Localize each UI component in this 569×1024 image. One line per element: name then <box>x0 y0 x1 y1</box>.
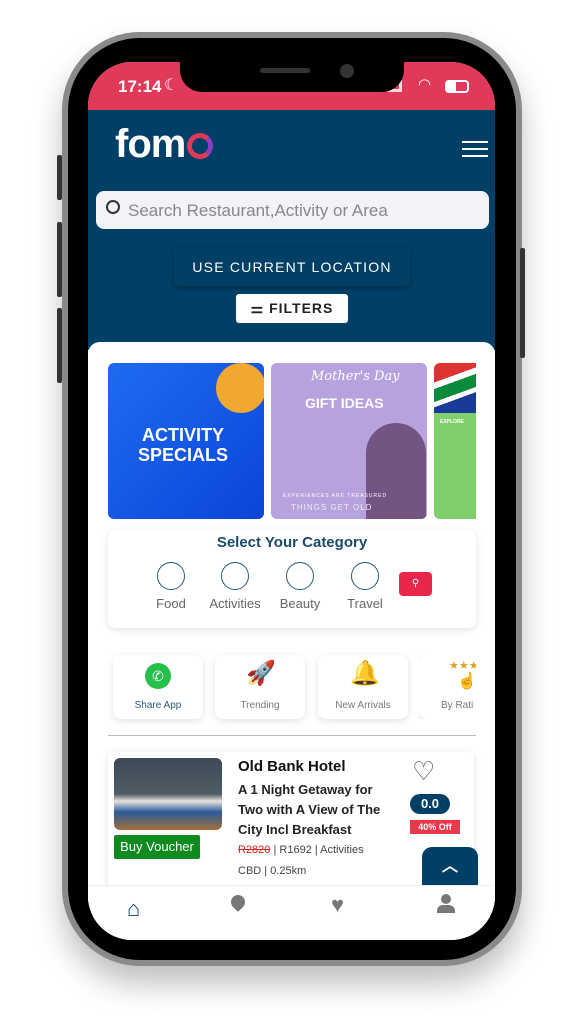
chevron-up-icon: ︿ <box>441 858 458 875</box>
quick-label: Trending <box>240 700 280 711</box>
quick-by-rating[interactable]: ★★★ ☝ By Rati <box>419 655 476 719</box>
rocket-icon: 🚀 <box>246 660 276 687</box>
discount-badge: 40% Off <box>410 820 460 834</box>
listing-description: A 1 Night Getaway for Two with A View of… <box>238 782 381 837</box>
listing-card[interactable]: Buy Voucher Old Bank Hotel A 1 Night Get… <box>108 752 474 892</box>
banner-sub: THINGS GET OLD <box>291 503 373 512</box>
category-title: Select Your Category <box>216 534 368 551</box>
banner-title: EXPLORE <box>440 419 464 425</box>
nav-home-icon[interactable]: ⌂ <box>127 896 140 922</box>
phone-side-button <box>57 222 62 297</box>
content-area: ACTIVITY SPECIALS Mother's Day GIFT IDEA… <box>88 342 495 902</box>
banner-title: ACTIVITY SPECIALS <box>137 425 229 465</box>
category-food-radio[interactable] <box>157 562 185 590</box>
battery-icon <box>445 80 469 93</box>
category-beauty-label: Beauty <box>279 596 321 611</box>
quick-trending[interactable]: 🚀 Trending <box>215 655 305 719</box>
category-beauty-radio[interactable] <box>286 562 314 590</box>
old-price: R2820 <box>238 844 271 856</box>
pointer-hand-icon: ☝ <box>457 673 476 690</box>
filters-label: FILTERS <box>269 300 334 316</box>
search-input[interactable]: Search Restaurant,Activity or Area <box>96 191 489 229</box>
whatsapp-icon: ✆ <box>145 663 171 689</box>
nav-favorites-heart-icon[interactable]: ♥ <box>331 892 344 918</box>
quick-new-arrivals[interactable]: 🔔 New Arrivals <box>318 655 408 719</box>
banner-mothers-day[interactable]: Mother's Day GIFT IDEAS EXPERIENCES ARE … <box>271 363 427 519</box>
listing-location: CBD | 0.25km <box>238 865 307 877</box>
banner-tagline: EXPERIENCES ARE TREASURED <box>283 493 388 499</box>
app-screen: 17:14 ☾ ◠ fomofom Search Restaurant,Acti… <box>88 62 495 940</box>
search-icon: ⚲ <box>411 578 420 589</box>
category-activities-label: Activities <box>209 596 261 611</box>
banner-script: Mother's Day <box>311 369 400 384</box>
bottom-nav: ⌂ ♥ <box>88 885 495 940</box>
banner-explore[interactable]: EXPLORE <box>434 363 476 519</box>
nav-location-pin-icon[interactable] <box>228 892 248 912</box>
status-time: 17:14 <box>118 77 162 96</box>
divider <box>108 735 476 736</box>
filters-button[interactable]: ⚌ FILTERS <box>236 294 348 323</box>
moon-icon: ☾ <box>164 77 179 94</box>
phone-side-button <box>520 248 525 358</box>
category-travel-radio[interactable] <box>351 562 379 590</box>
category-search-button[interactable]: ⚲ <box>399 572 432 596</box>
quick-label: Share App <box>134 700 182 711</box>
fomo-logo[interactable]: fomofom <box>115 122 214 167</box>
heart-outline-icon[interactable]: ♡ <box>412 756 435 787</box>
category-selector: Select Your Category Food Activities Bea… <box>108 530 476 628</box>
phone-notch <box>180 62 404 92</box>
sliders-icon: ⚌ <box>250 300 270 316</box>
listing-image[interactable] <box>114 758 222 830</box>
rating-badge: 0.0 <box>410 794 450 814</box>
banner-activity-specials[interactable]: ACTIVITY SPECIALS <box>108 363 264 519</box>
category-food-label: Food <box>156 596 186 611</box>
use-current-location-button[interactable]: USE CURRENT LOCATION <box>174 248 410 286</box>
quick-label: New Arrivals <box>335 700 391 711</box>
quick-label: By Rati <box>441 700 474 711</box>
hamburger-menu-icon[interactable] <box>462 141 488 157</box>
search-placeholder: Search Restaurant,Activity or Area <box>128 201 388 220</box>
nav-profile-icon[interactable] <box>437 894 455 914</box>
listing-name[interactable]: Old Bank Hotel <box>238 758 346 775</box>
buy-voucher-button[interactable]: Buy Voucher <box>114 835 200 859</box>
category-travel-label: Travel <box>347 596 383 611</box>
header: fomofom Search Restaurant,Activity or Ar… <box>88 110 495 350</box>
wifi-icon: ◠ <box>418 76 432 93</box>
phone-side-button <box>57 308 62 383</box>
bell-icon: 🔔 <box>350 660 380 687</box>
quick-share-app[interactable]: ✆ Share App <box>113 655 203 719</box>
phone-side-button <box>57 155 62 200</box>
price-info: | R1692 | Activities <box>270 844 364 856</box>
category-activities-radio[interactable] <box>221 562 249 590</box>
search-icon <box>106 200 120 214</box>
banner-title: GIFT IDEAS <box>305 395 384 411</box>
scroll-to-top-button[interactable]: ︿ <box>422 847 478 887</box>
listing-price: R2820 | R1692 | Activities <box>238 844 364 856</box>
